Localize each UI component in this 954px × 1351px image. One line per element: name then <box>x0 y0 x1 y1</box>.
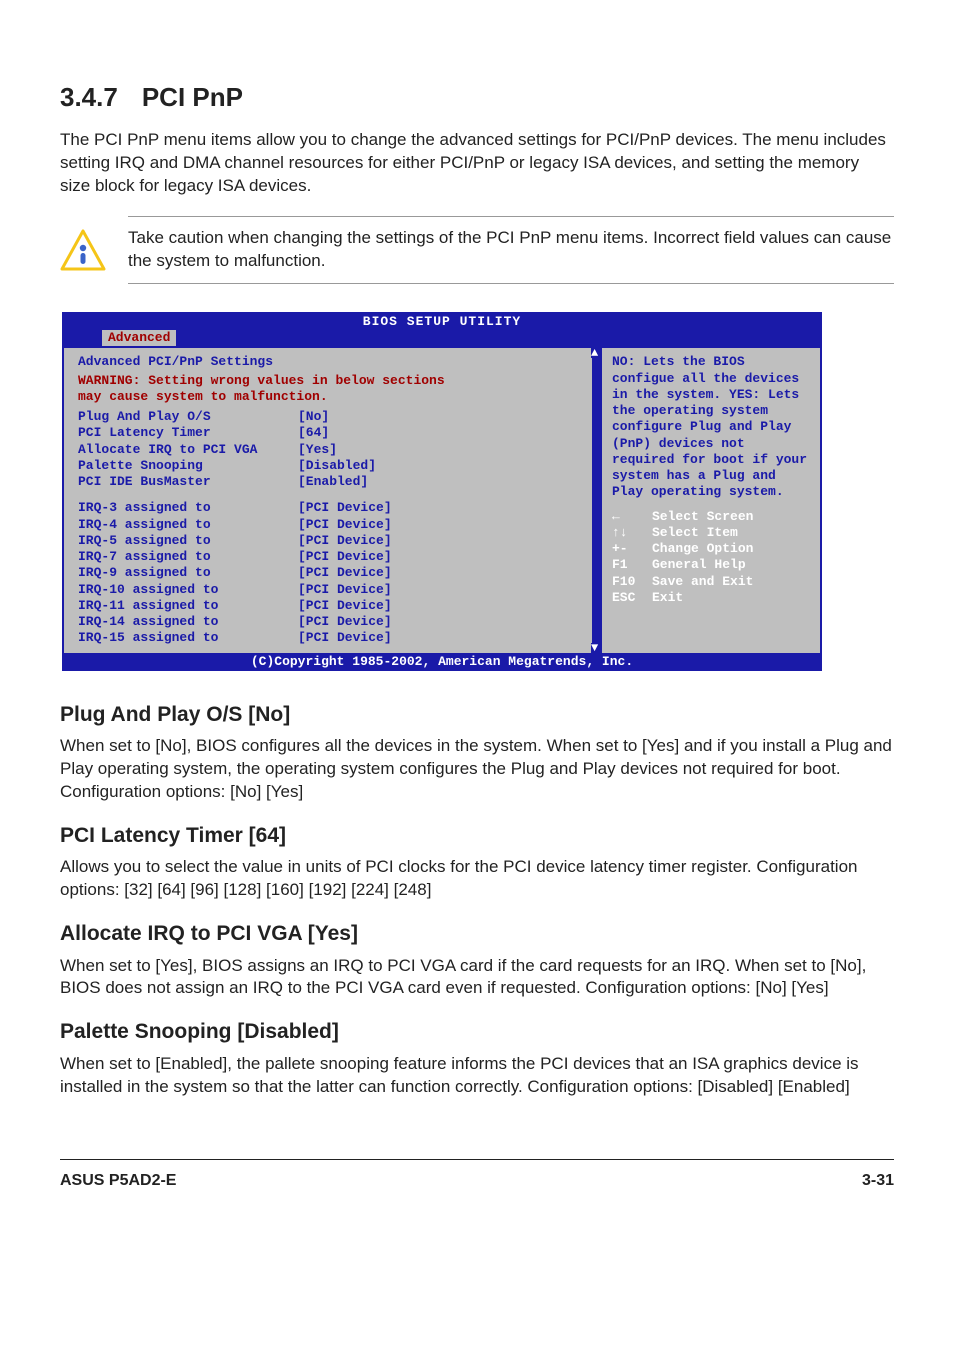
footer-left: ASUS P5AD2-E <box>60 1170 176 1192</box>
setting-row[interactable]: Allocate IRQ to PCI VGA[Yes] <box>78 442 582 458</box>
nav-key: ESC <box>612 590 652 606</box>
setting-value: [Yes] <box>298 442 337 458</box>
irq-row[interactable]: IRQ-14 assigned to[PCI Device] <box>78 614 582 630</box>
sub-heading-plug: Plug And Play O/S [No] <box>60 701 894 729</box>
nav-label: Save and Exit <box>652 574 753 590</box>
sub-heading-palette: Palette Snooping [Disabled] <box>60 1018 894 1046</box>
footer-right: 3-31 <box>862 1170 894 1192</box>
page-footer: ASUS P5AD2-E 3-31 <box>60 1159 894 1192</box>
nav-key: F10 <box>612 574 652 590</box>
setting-row[interactable]: Palette Snooping[Disabled] <box>78 458 582 474</box>
scroll-down-icon[interactable]: ▼ <box>591 643 598 653</box>
bios-tab-advanced[interactable]: Advanced <box>102 330 176 346</box>
setting-label: PCI Latency Timer <box>78 425 298 441</box>
irq-label: IRQ-7 assigned to <box>78 549 298 565</box>
irq-value: [PCI Device] <box>298 582 392 598</box>
sub-heading-irq: Allocate IRQ to PCI VGA [Yes] <box>60 920 894 948</box>
nav-label: Change Option <box>652 541 753 557</box>
bios-nav-help: ←Select Screen ↑↓Select Item +-Change Op… <box>612 509 810 607</box>
bios-title: BIOS SETUP UTILITY <box>62 312 822 330</box>
irq-value: [PCI Device] <box>298 614 392 630</box>
section-title-text: PCI PnP <box>142 82 243 112</box>
setting-label: Palette Snooping <box>78 458 298 474</box>
nav-key: +- <box>612 541 652 557</box>
bios-tab-row: Advanced <box>62 330 822 348</box>
irq-label: IRQ-9 assigned to <box>78 565 298 581</box>
nav-label: Select Screen <box>652 509 753 525</box>
section-heading: 3.4.7 PCI PnP <box>60 80 894 115</box>
nav-key: ↑↓ <box>612 525 652 541</box>
bios-screenshot: BIOS SETUP UTILITY Advanced Advanced PCI… <box>62 312 822 671</box>
bios-warning-line1: WARNING: Setting wrong values in below s… <box>78 373 582 389</box>
irq-row[interactable]: IRQ-7 assigned to[PCI Device] <box>78 549 582 565</box>
bios-help-description: NO: Lets the BIOS configue all the devic… <box>612 354 810 500</box>
bios-footer: (C)Copyright 1985-2002, American Megatre… <box>62 653 822 671</box>
irq-label: IRQ-11 assigned to <box>78 598 298 614</box>
irq-row[interactable]: IRQ-11 assigned to[PCI Device] <box>78 598 582 614</box>
irq-value: [PCI Device] <box>298 517 392 533</box>
irq-row[interactable]: IRQ-9 assigned to[PCI Device] <box>78 565 582 581</box>
irq-value: [PCI Device] <box>298 565 392 581</box>
irq-label: IRQ-3 assigned to <box>78 500 298 516</box>
nav-key: F1 <box>612 557 652 573</box>
sub-body-irq: When set to [Yes], BIOS assigns an IRQ t… <box>60 955 894 1001</box>
irq-value: [PCI Device] <box>298 549 392 565</box>
setting-value: [Disabled] <box>298 458 376 474</box>
nav-label: Select Item <box>652 525 738 541</box>
irq-label: IRQ-4 assigned to <box>78 517 298 533</box>
irq-value: [PCI Device] <box>298 533 392 549</box>
sub-body-plug: When set to [No], BIOS configures all th… <box>60 735 894 804</box>
caution-icon <box>60 229 106 271</box>
caution-block: Take caution when changing the settings … <box>60 216 894 284</box>
setting-value: [64] <box>298 425 329 441</box>
setting-row[interactable]: PCI Latency Timer[64] <box>78 425 582 441</box>
bios-panel-heading: Advanced PCI/PnP Settings <box>78 354 582 370</box>
setting-row[interactable]: Plug And Play O/S[No] <box>78 409 582 425</box>
bios-warning-line2: may cause system to malfunction. <box>78 389 582 405</box>
bios-scrollbar[interactable]: ▲ ▼ <box>592 348 602 652</box>
setting-label: Allocate IRQ to PCI VGA <box>78 442 298 458</box>
sub-body-latency: Allows you to select the value in units … <box>60 856 894 902</box>
irq-value: [PCI Device] <box>298 598 392 614</box>
irq-label: IRQ-14 assigned to <box>78 614 298 630</box>
intro-paragraph: The PCI PnP menu items allow you to chan… <box>60 129 894 198</box>
irq-value: [PCI Device] <box>298 630 392 646</box>
setting-label: Plug And Play O/S <box>78 409 298 425</box>
irq-row[interactable]: IRQ-3 assigned to[PCI Device] <box>78 500 582 516</box>
irq-label: IRQ-10 assigned to <box>78 582 298 598</box>
irq-label: IRQ-5 assigned to <box>78 533 298 549</box>
irq-row[interactable]: IRQ-4 assigned to[PCI Device] <box>78 517 582 533</box>
irq-row[interactable]: IRQ-5 assigned to[PCI Device] <box>78 533 582 549</box>
sub-heading-latency: PCI Latency Timer [64] <box>60 822 894 850</box>
irq-value: [PCI Device] <box>298 500 392 516</box>
sub-body-palette: When set to [Enabled], the pallete snoop… <box>60 1053 894 1099</box>
setting-row[interactable]: PCI IDE BusMaster[Enabled] <box>78 474 582 490</box>
bios-right-pane: NO: Lets the BIOS configue all the devic… <box>602 348 820 652</box>
irq-row[interactable]: IRQ-10 assigned to[PCI Device] <box>78 582 582 598</box>
nav-label: General Help <box>652 557 746 573</box>
bios-left-pane: Advanced PCI/PnP Settings WARNING: Setti… <box>64 348 592 652</box>
scroll-up-icon[interactable]: ▲ <box>591 348 598 358</box>
irq-label: IRQ-15 assigned to <box>78 630 298 646</box>
setting-value: [No] <box>298 409 329 425</box>
nav-key: ← <box>612 509 652 525</box>
setting-value: [Enabled] <box>298 474 368 490</box>
irq-row[interactable]: IRQ-15 assigned to[PCI Device] <box>78 630 582 646</box>
caution-text: Take caution when changing the settings … <box>128 228 891 270</box>
nav-label: Exit <box>652 590 683 606</box>
setting-label: PCI IDE BusMaster <box>78 474 298 490</box>
section-number: 3.4.7 <box>60 82 118 112</box>
